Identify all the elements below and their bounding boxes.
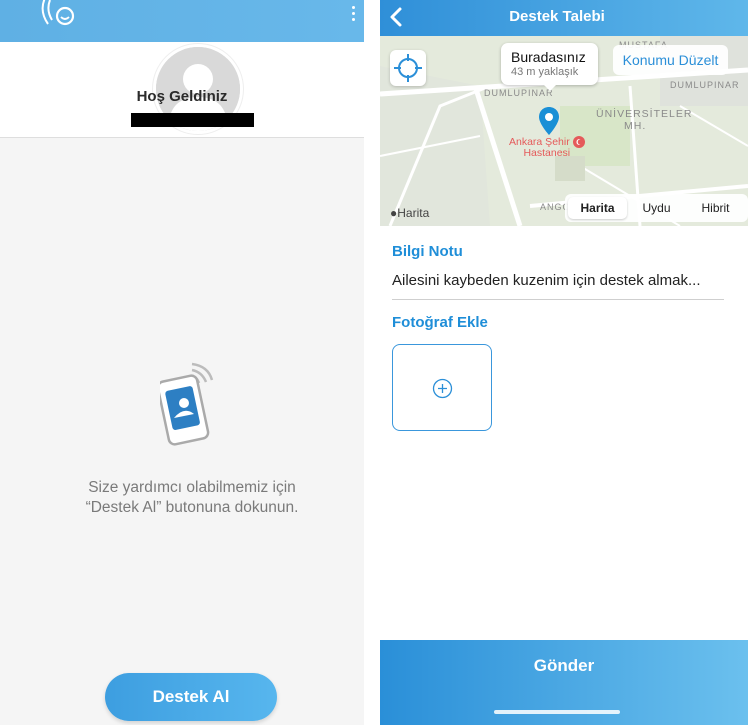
locate-me-button[interactable] — [390, 50, 426, 86]
callout-title: Buradasınız — [511, 49, 586, 65]
map-type-selector: Harita Uydu Hibrit — [565, 194, 748, 222]
maps-provider-text: Harita — [397, 206, 430, 220]
nav-bar: Destek Talebi — [380, 0, 748, 36]
info-note-input[interactable]: Ailesini kaybeden kuzenim için destek al… — [392, 272, 728, 289]
hint-text: Size yardımcı olabilmemiz için “Destek A… — [85, 479, 299, 516]
support-request-screen: Destek Talebi MUSTAFA DUMLUPINAR — [380, 0, 748, 725]
edit-location-button[interactable]: Konumu Düzelt — [613, 45, 728, 75]
home-screen: Hoş Geldiniz Size yardımcı olabilmemiz i… — [0, 0, 364, 725]
maps-provider-label: ●Harita — [390, 206, 429, 220]
map-label-district: ÜNİVERSİTELER — [596, 108, 693, 120]
callout-accuracy: 43 m yaklaşık — [511, 66, 579, 78]
divider — [392, 299, 724, 300]
plus-circle-icon — [432, 378, 453, 399]
hospital-icon — [572, 136, 585, 148]
map-type-standard[interactable]: Harita — [568, 197, 627, 219]
map-type-satellite[interactable]: Uydu — [627, 197, 686, 219]
location-callout: Buradasınız 43 m yaklaşık — [501, 43, 598, 91]
map-label-district-2: MH. — [624, 120, 647, 132]
get-support-button[interactable]: Destek Al — [105, 673, 277, 721]
home-indicator — [494, 710, 620, 714]
home-header — [0, 0, 364, 42]
hospital-label: Ankara Şehir Hastanesi — [509, 136, 585, 159]
info-note-title: Bilgi Notu — [392, 243, 463, 260]
hospital-name-line-2: Hastanesi — [523, 147, 571, 159]
map-type-hybrid[interactable]: Hibrit — [686, 197, 745, 219]
more-options-icon[interactable] — [346, 6, 360, 24]
phone-signal-icon — [160, 362, 214, 446]
redacted-username — [131, 113, 254, 127]
crosshair-icon — [394, 54, 422, 82]
location-map[interactable]: MUSTAFA DUMLUPINAR DUMLUPINAR ÜNİVERSİTE… — [380, 36, 748, 226]
app-logo-icon — [41, 0, 75, 26]
map-pin-icon — [539, 107, 559, 135]
add-photo-button[interactable] — [392, 344, 492, 431]
map-label-street-2: DUMLUPINAR — [670, 80, 740, 90]
welcome-title: Hoş Geldiniz — [136, 88, 228, 105]
hospital-name-line-1: Ankara Şehir — [509, 135, 570, 148]
add-photo-title: Fotoğraf Ekle — [392, 314, 488, 331]
page-title: Destek Talebi — [509, 8, 605, 25]
